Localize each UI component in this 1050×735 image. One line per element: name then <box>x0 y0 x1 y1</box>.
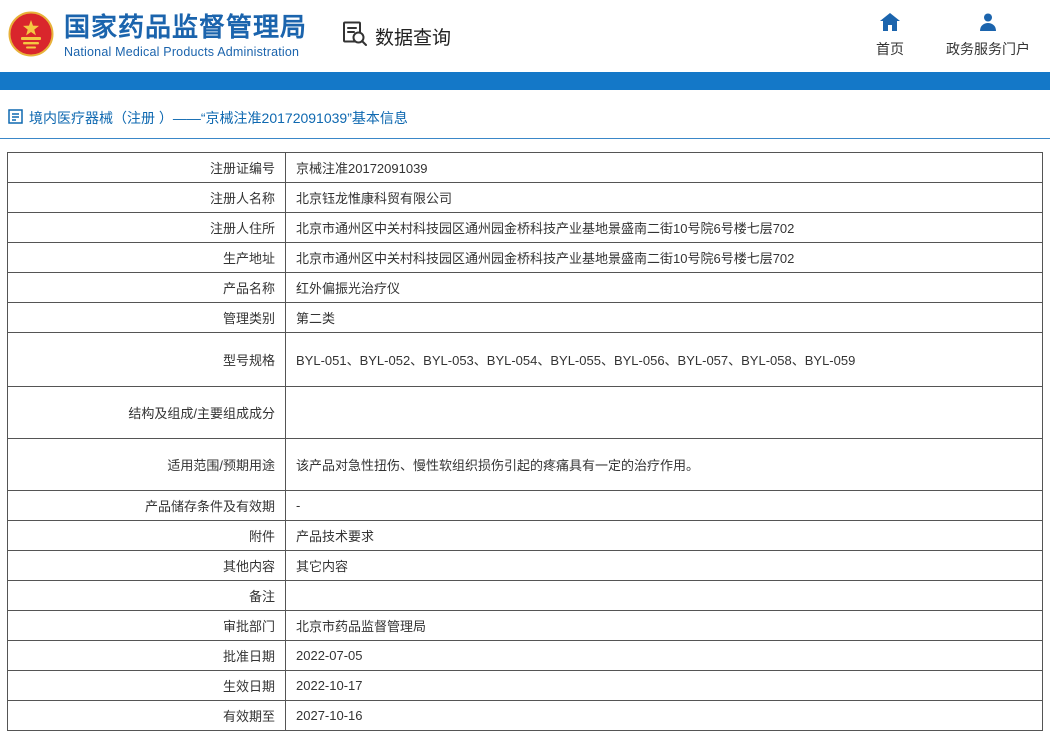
table-row: 生产地址北京市通州区中关村科技园区通州园金桥科技产业基地景盛南二街10号院6号楼… <box>8 243 1043 273</box>
table-row: 其他内容其它内容 <box>8 551 1043 581</box>
row-label: 附件 <box>8 521 286 551</box>
row-value: 2022-07-05 <box>286 641 1043 671</box>
site-title: 国家药品监督管理局 <box>64 13 307 43</box>
site-header: 国家药品监督管理局 National Medical Products Admi… <box>0 0 1050 72</box>
site-logo[interactable]: 国家药品监督管理局 National Medical Products Admi… <box>8 11 307 62</box>
row-label: 生效日期 <box>8 671 286 701</box>
header-divider-bar <box>0 72 1050 90</box>
nav-home-label: 首页 <box>876 39 904 59</box>
row-label: 其他内容 <box>8 551 286 581</box>
table-row: 批准日期2022-07-05 <box>8 641 1043 671</box>
row-value: 产品技术要求 <box>286 521 1043 551</box>
row-label: 注册证编号 <box>8 153 286 183</box>
table-row: 审批部门北京市药品监督管理局 <box>8 611 1043 641</box>
document-icon <box>8 109 23 127</box>
row-value: 北京钰龙惟康科贸有限公司 <box>286 183 1043 213</box>
row-value <box>286 387 1043 439</box>
table-row: 生效日期2022-10-17 <box>8 671 1043 701</box>
table-row: 管理类别第二类 <box>8 303 1043 333</box>
row-label: 注册人名称 <box>8 183 286 213</box>
table-row: 注册人名称北京钰龙惟康科贸有限公司 <box>8 183 1043 213</box>
data-query-icon <box>341 20 368 53</box>
table-row: 适用范围/预期用途该产品对急性扭伤、慢性软组织损伤引起的疼痛具有一定的治疗作用。 <box>8 439 1043 491</box>
row-value: 2022-10-17 <box>286 671 1043 701</box>
nav-portal[interactable]: 政务服务门户 <box>946 13 1030 59</box>
nav-portal-label: 政务服务门户 <box>946 39 1030 59</box>
brand-text: 国家药品监督管理局 National Medical Products Admi… <box>64 13 307 59</box>
table-row: 结构及组成/主要组成成分 <box>8 387 1043 439</box>
row-label: 结构及组成/主要组成成分 <box>8 387 286 439</box>
row-value <box>286 581 1043 611</box>
row-label: 批准日期 <box>8 641 286 671</box>
national-emblem-icon <box>8 11 54 62</box>
row-label: 型号规格 <box>8 333 286 387</box>
row-value: 北京市通州区中关村科技园区通州园金桥科技产业基地景盛南二街10号院6号楼七层70… <box>286 213 1043 243</box>
nav-home[interactable]: 首页 <box>876 13 904 59</box>
table-row: 注册人住所北京市通州区中关村科技园区通州园金桥科技产业基地景盛南二街10号院6号… <box>8 213 1043 243</box>
page: 国家药品监督管理局 National Medical Products Admi… <box>0 0 1050 731</box>
table-row: 产品名称红外偏振光治疗仪 <box>8 273 1043 303</box>
breadcrumb-label: 境内医疗器械（注册 ）——“京械注准20172091039”基本信息 <box>29 108 408 128</box>
row-value: 北京市通州区中关村科技园区通州园金桥科技产业基地景盛南二街10号院6号楼七层70… <box>286 243 1043 273</box>
row-value: 其它内容 <box>286 551 1043 581</box>
row-label: 管理类别 <box>8 303 286 333</box>
table-row: 附件产品技术要求 <box>8 521 1043 551</box>
nav-data-query[interactable]: 数据查询 <box>341 20 451 53</box>
row-label: 生产地址 <box>8 243 286 273</box>
row-value: 红外偏振光治疗仪 <box>286 273 1043 303</box>
row-label: 审批部门 <box>8 611 286 641</box>
table-row: 型号规格BYL-051、BYL-052、BYL-053、BYL-054、BYL-… <box>8 333 1043 387</box>
home-icon <box>880 13 900 34</box>
info-table-body: 注册证编号京械注准20172091039注册人名称北京钰龙惟康科贸有限公司注册人… <box>8 153 1043 731</box>
site-subtitle: National Medical Products Administration <box>64 45 307 59</box>
row-value: 2027-10-16 <box>286 701 1043 731</box>
info-table: 注册证编号京械注准20172091039注册人名称北京钰龙惟康科贸有限公司注册人… <box>7 152 1043 731</box>
row-label: 注册人住所 <box>8 213 286 243</box>
breadcrumb: 境内医疗器械（注册 ）——“京械注准20172091039”基本信息 <box>0 108 1050 139</box>
row-label: 备注 <box>8 581 286 611</box>
table-row: 备注 <box>8 581 1043 611</box>
row-label: 产品储存条件及有效期 <box>8 491 286 521</box>
data-query-label: 数据查询 <box>375 23 451 50</box>
table-row: 有效期至2027-10-16 <box>8 701 1043 731</box>
row-value: 第二类 <box>286 303 1043 333</box>
header-nav: 首页 政务服务门户 <box>876 13 1050 59</box>
row-value: - <box>286 491 1043 521</box>
user-icon <box>978 13 998 34</box>
row-label: 适用范围/预期用途 <box>8 439 286 491</box>
row-value: 该产品对急性扭伤、慢性软组织损伤引起的疼痛具有一定的治疗作用。 <box>286 439 1043 491</box>
row-value: 京械注准20172091039 <box>286 153 1043 183</box>
row-value: 北京市药品监督管理局 <box>286 611 1043 641</box>
table-row: 产品储存条件及有效期- <box>8 491 1043 521</box>
row-label: 产品名称 <box>8 273 286 303</box>
row-label: 有效期至 <box>8 701 286 731</box>
row-value: BYL-051、BYL-052、BYL-053、BYL-054、BYL-055、… <box>286 333 1043 387</box>
table-row: 注册证编号京械注准20172091039 <box>8 153 1043 183</box>
